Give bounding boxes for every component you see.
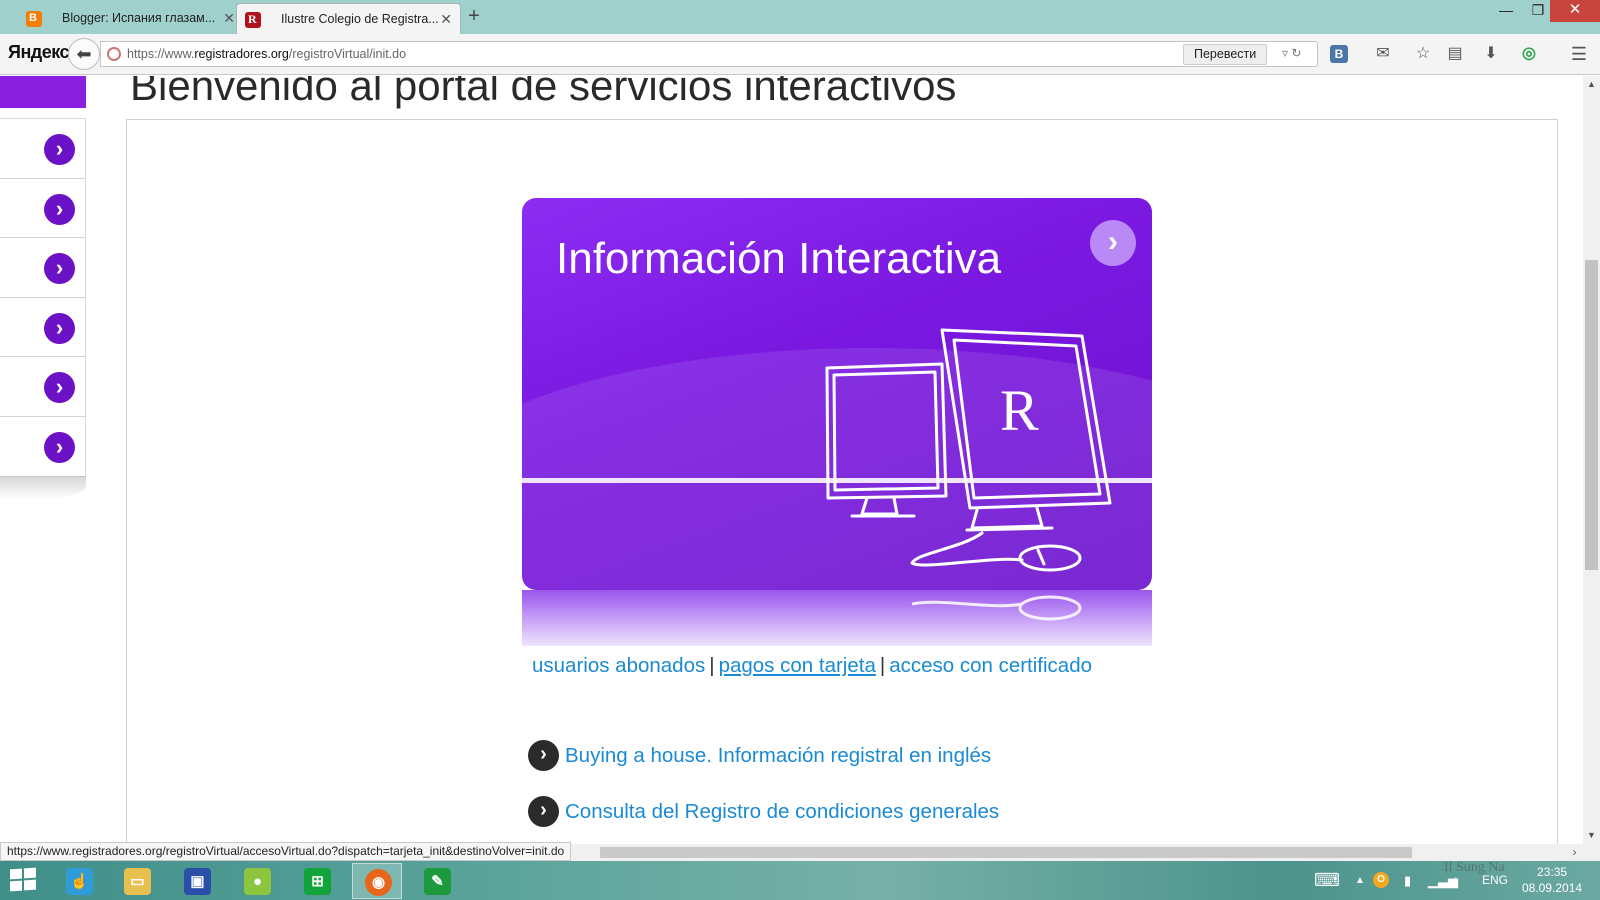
folder-icon: ▭	[124, 868, 151, 895]
firefox-icon: ◉	[365, 869, 392, 896]
sidebar-shadow	[0, 476, 86, 500]
scrollbar-corner	[1583, 844, 1600, 861]
odnoklassniki-icon[interactable]: O	[1373, 872, 1389, 888]
blogger-icon	[26, 3, 42, 34]
buying-a-house-link[interactable]: Buying a house. Información registral en…	[565, 744, 991, 767]
tab-title: Ilustre Colegio de Registra...	[281, 12, 439, 26]
floppy-icon: ▣	[184, 868, 211, 895]
mail-icon[interactable]: ✉	[1372, 43, 1394, 65]
taskbar-store[interactable]: ⊞	[292, 863, 342, 899]
scroll-up-icon[interactable]: ▲	[1583, 76, 1600, 93]
chevron-right-icon[interactable]: ›	[44, 134, 75, 165]
tab-blogger[interactable]: Blogger: Испания глазам... ✕	[18, 3, 243, 34]
wallpaper-watermark: Il Sung Na	[1444, 860, 1505, 875]
sidebar-menu: › › › › › ›	[0, 118, 86, 477]
taskbar-firefox[interactable]: ◉	[352, 863, 402, 899]
link-separator: |	[709, 654, 715, 677]
touch-app-icon: ☝	[66, 868, 93, 895]
chevron-right-icon[interactable]: ›	[44, 312, 75, 344]
new-tab-button[interactable]: +	[462, 2, 486, 30]
pagos-con-tarjeta-link[interactable]: pagos con tarjeta	[719, 654, 876, 677]
sidebar-item[interactable]: ›	[0, 357, 85, 417]
store-icon: ⊞	[304, 868, 331, 895]
condiciones-generales-item: › Consulta del Registro de condiciones ge…	[528, 796, 999, 827]
r-logo-icon: R	[1000, 378, 1039, 443]
clock-time: 23:35	[1537, 865, 1568, 879]
chevron-right-icon[interactable]: ›	[528, 796, 559, 827]
addon-green-icon[interactable]: ◎	[1518, 43, 1540, 65]
sidebar-item[interactable]: ›	[0, 179, 85, 238]
informacion-interactiva-card[interactable]: R Información Interactiva ›	[522, 198, 1152, 590]
translate-button[interactable]: Перевести	[1183, 44, 1268, 65]
chevron-right-icon[interactable]: ›	[44, 372, 75, 403]
keyboard-icon[interactable]: ⌨	[1314, 861, 1340, 900]
access-links: usuarios abonados | pagos con tarjeta | acce…	[532, 654, 1092, 678]
buying-a-house-item: › Buying a house. Información registral e…	[528, 740, 991, 771]
clock-date: 08.09.2014	[1522, 881, 1583, 895]
taskbar-touch-app[interactable]: ☝	[54, 863, 104, 899]
chevron-right-icon[interactable]: ›	[528, 740, 559, 771]
windows-taskbar: ☝ ▭ ▣ ● ⊞ ◉ ✎ ⌨ ▲ O ▮ ▁▃▅ 🔈︎ ENG 23:35 0…	[0, 861, 1600, 900]
chart-app-icon: ✎	[424, 868, 451, 895]
usuarios-abonados-link[interactable]: usuarios abonados	[532, 654, 705, 677]
link-separator: |	[879, 654, 886, 677]
scrollbar-thumb[interactable]	[600, 847, 1412, 858]
address-bar[interactable]: https://www.registradores.org/registroVi…	[100, 41, 1318, 67]
chevron-right-icon[interactable]: ›	[44, 431, 75, 463]
menu-icon[interactable]: ☰	[1568, 43, 1590, 65]
taskbar-file-explorer[interactable]: ▭	[112, 863, 162, 899]
registradores-icon	[245, 4, 261, 34]
show-hidden-icons-icon[interactable]: ▲	[1355, 861, 1365, 900]
chevron-right-icon[interactable]: ›	[44, 193, 75, 225]
page-content: › › › › › › Bienvenido al portal de serv…	[0, 76, 1583, 844]
tab-title: Blogger: Испания глазам...	[62, 11, 216, 25]
scroll-down-icon[interactable]: ▼	[1583, 827, 1600, 844]
back-button[interactable]: ⬅	[68, 38, 100, 70]
close-window-button[interactable]: ✕	[1550, 0, 1600, 22]
page-title: Bienvenido al portal de servicios intera…	[130, 76, 957, 109]
taskbar-pea-app[interactable]: ●	[232, 863, 282, 899]
chevron-right-icon[interactable]: ›	[1090, 220, 1136, 266]
vertical-scrollbar[interactable]: ▲ ▼	[1583, 76, 1600, 844]
status-bar: https://www.registradores.org/registroVi…	[0, 842, 572, 861]
browser-toolbar: Яндекс ⬅ https://www.registradores.org/r…	[0, 34, 1600, 75]
pea-icon: ●	[244, 868, 271, 895]
sidebar-header	[0, 76, 86, 108]
yandex-logo[interactable]: Яндекс	[8, 42, 70, 63]
close-tab-icon[interactable]: ✕	[223, 3, 235, 34]
taskbar-media-app[interactable]: ▣	[172, 863, 222, 899]
close-tab-icon[interactable]: ✕	[440, 4, 452, 34]
vk-icon[interactable]: B	[1330, 45, 1348, 63]
taskbar-green-app[interactable]: ✎	[412, 863, 462, 899]
tab-registradores[interactable]: Ilustre Colegio de Registra... ✕	[236, 3, 461, 34]
tab-strip: Blogger: Испания глазам... ✕ Ilustre Col…	[0, 0, 1600, 34]
site-security-icon[interactable]	[107, 47, 121, 61]
chevron-right-icon[interactable]: ›	[44, 253, 75, 284]
sidebar-item[interactable]: ›	[0, 119, 85, 179]
scroll-right-icon[interactable]: ›	[1566, 844, 1583, 861]
url-text[interactable]: https://www.registradores.org/registroVi…	[127, 47, 406, 61]
windows-start-icon[interactable]	[10, 867, 38, 893]
card-reflection	[522, 590, 1152, 646]
sidebar-item[interactable]: ›	[0, 238, 85, 298]
acceso-con-certificado-link[interactable]: acceso con certificado	[889, 654, 1092, 677]
sidebar-item[interactable]: ›	[0, 417, 85, 477]
sidebar-item[interactable]: ›	[0, 298, 85, 357]
condiciones-generales-link[interactable]: Consulta del Registro de condiciones gen…	[565, 800, 999, 823]
card-title: Información Interactiva	[556, 234, 1002, 283]
scrollbar-thumb[interactable]	[1585, 260, 1598, 570]
download-icon[interactable]: ⬇	[1480, 43, 1502, 65]
reading-list-icon[interactable]: ▤	[1444, 43, 1466, 65]
bookmark-star-icon[interactable]: ☆	[1412, 43, 1434, 65]
reflection-art	[911, 595, 1082, 621]
reload-icon[interactable]: ▿ ↻	[1282, 46, 1301, 60]
power-icon[interactable]: ▮	[1404, 861, 1411, 900]
system-clock[interactable]: 23:35 08.09.2014	[1522, 864, 1582, 896]
